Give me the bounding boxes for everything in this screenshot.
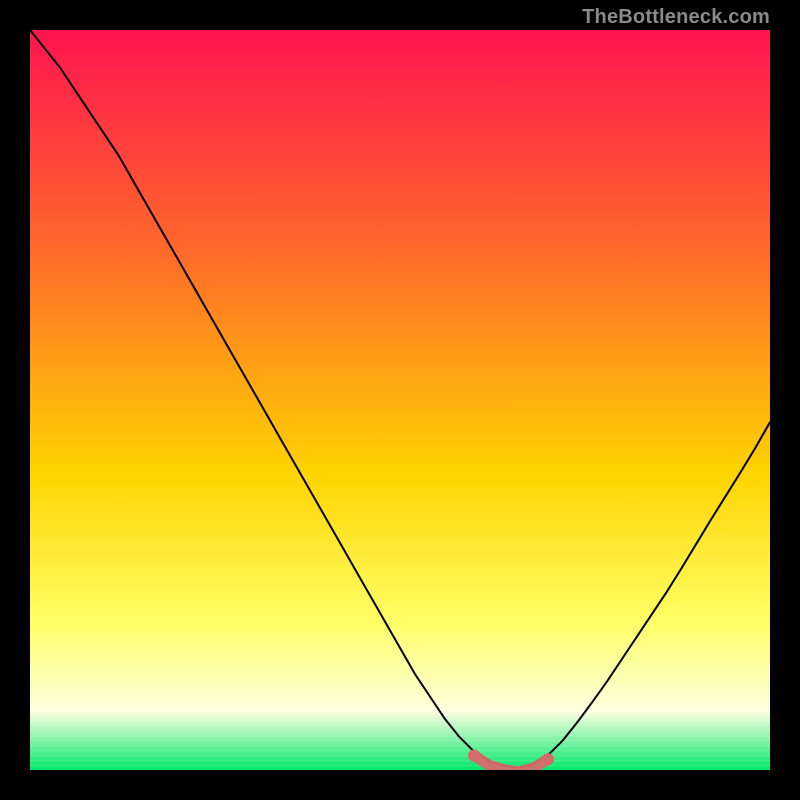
stripe — [30, 710, 770, 711]
chart-background — [30, 30, 770, 770]
stripe — [30, 740, 770, 741]
stripe — [30, 730, 770, 731]
highlight-endpoint — [468, 750, 480, 762]
stripe — [30, 715, 770, 716]
stripe — [30, 735, 770, 736]
stripe — [30, 760, 770, 761]
stripe — [30, 765, 770, 766]
attribution-label: TheBottleneck.com — [582, 6, 770, 29]
chart-plot-area — [30, 30, 770, 770]
stripe — [30, 725, 770, 726]
stripe — [30, 750, 770, 751]
highlight-endpoint — [542, 753, 554, 765]
chart-svg — [30, 30, 770, 770]
stripe — [30, 720, 770, 721]
stripe — [30, 745, 770, 746]
stripe — [30, 755, 770, 756]
